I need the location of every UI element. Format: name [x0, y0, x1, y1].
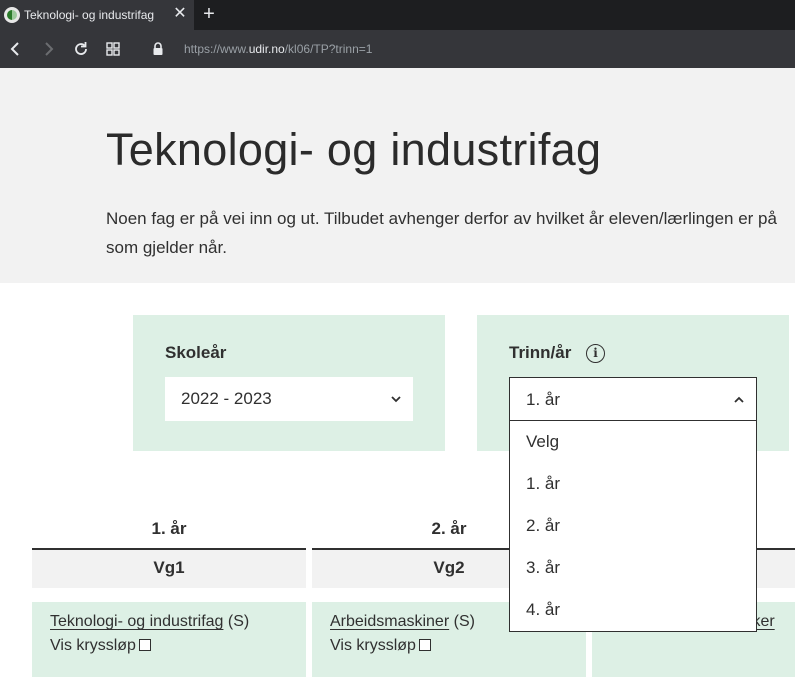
intro-line-2: som gjelder når.: [106, 238, 227, 257]
dropdown-option-4-ar[interactable]: 4. år: [526, 600, 560, 620]
kryssloep-label: Vis kryssløp: [50, 637, 136, 654]
program-link[interactable]: Teknologi- og industrifag: [50, 613, 223, 630]
program-suffix: (S): [453, 613, 475, 630]
browser-tab-bar: Teknologi- og industrifag ✕ +: [0, 0, 795, 30]
lock-icon[interactable]: [151, 41, 165, 57]
intro-text: Noen fag er på vei inn og ut. Tilbudet a…: [106, 204, 795, 262]
kryssloep-toggle[interactable]: Vis kryssløp: [50, 637, 151, 655]
back-icon[interactable]: [6, 39, 26, 59]
apps-grid-icon[interactable]: [103, 39, 123, 59]
kryssloep-label: Vis kryssløp: [330, 637, 416, 654]
intro-line-1: Noen fag er på vei inn og ut. Tilbudet a…: [106, 209, 777, 228]
url-domain: udir.no: [248, 42, 285, 56]
trinn-select[interactable]: 1. år: [509, 377, 757, 421]
tab-title: Teknologi- og industrifag: [24, 8, 155, 22]
reload-icon[interactable]: [71, 39, 91, 59]
close-tab-icon[interactable]: ✕: [172, 6, 188, 22]
program-link[interactable]: Arbeidsmaskiner: [330, 613, 449, 630]
info-icon[interactable]: i: [586, 344, 605, 363]
trinn-dropdown-list: Velg 1. år 2. år 3. år 4. år: [509, 420, 757, 632]
skolear-selected-value: 2022 - 2023: [181, 389, 272, 408]
skolear-select[interactable]: 2022 - 2023: [165, 377, 413, 421]
trinn-label: Trinn/år: [509, 343, 572, 362]
program-suffix: (S): [227, 613, 250, 630]
vg-cell-1: Vg1: [32, 550, 306, 588]
dropdown-option-velg[interactable]: Velg: [526, 432, 559, 452]
kryssloep-toggle[interactable]: Vis kryssløp: [330, 637, 431, 655]
chevron-down-icon: [391, 396, 401, 403]
kryssloep-checkbox[interactable]: [418, 639, 431, 651]
trinn-selected-value: 1. år: [526, 390, 561, 409]
address-bar[interactable]: https://www.udir.no/kl06/TP?trinn=1: [184, 42, 372, 56]
kryssloep-checkbox[interactable]: [138, 639, 151, 651]
dropdown-option-2-ar[interactable]: 2. år: [526, 516, 560, 536]
udir-favicon-icon: [4, 7, 20, 23]
year-header-1: 1. år: [151, 519, 187, 538]
dropdown-option-3-ar[interactable]: 3. år: [526, 558, 560, 578]
url-prefix: https://www.: [184, 42, 249, 56]
dropdown-option-1-ar[interactable]: 1. år: [526, 474, 560, 494]
chevron-up-icon: [734, 396, 744, 403]
program-item-2: Arbeidsmaskiner (S): [330, 613, 475, 631]
page-title: Teknologi- og industrifag: [106, 124, 602, 175]
new-tab-icon[interactable]: +: [200, 4, 218, 24]
browser-toolbar: https://www.udir.no/kl06/TP?trinn=1: [0, 30, 795, 68]
forward-icon[interactable]: [38, 39, 58, 59]
program-item-1: Teknologi- og industrifag (S): [50, 613, 249, 631]
browser-tab[interactable]: Teknologi- og industrifag ✕: [0, 0, 194, 30]
skolear-label: Skoleår: [165, 343, 227, 362]
url-path: /kl06/TP?trinn=1: [284, 42, 373, 56]
